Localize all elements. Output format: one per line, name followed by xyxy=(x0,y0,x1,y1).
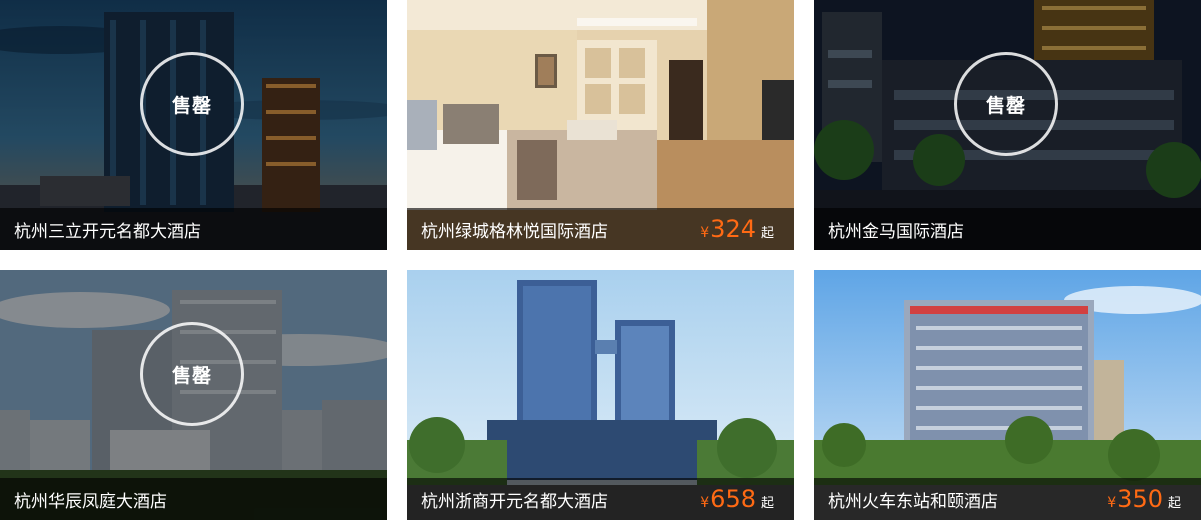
hotel-caption-bar: 杭州浙商开元名都大酒店 ¥ 658 起 xyxy=(407,478,794,520)
hotel-card[interactable]: 杭州绿城格林悦国际酒店 ¥ 324 起 xyxy=(407,0,794,250)
price-suffix: 起 xyxy=(760,496,774,511)
hotel-price: ¥ 658 起 xyxy=(700,485,794,513)
hotel-card[interactable]: 售罄 杭州三立开元名都大酒店 xyxy=(0,0,387,250)
soldout-badge: 售罄 xyxy=(954,52,1058,156)
hotel-caption-bar: 杭州三立开元名都大酒店 xyxy=(0,208,387,250)
currency-symbol: ¥ xyxy=(700,225,710,241)
hotel-name[interactable]: 杭州绿城格林悦国际酒店 xyxy=(407,217,608,242)
hotel-caption-bar: 杭州华辰凤庭大酒店 xyxy=(0,478,387,520)
price-suffix: 起 xyxy=(760,226,774,241)
hotel-price: ¥ 324 起 xyxy=(700,215,794,243)
soldout-badge: 售罄 xyxy=(140,52,244,156)
hotel-grid: 售罄 杭州三立开元名都大酒店 杭州绿城格林悦国际酒店 ¥ 324 起 售罄 杭州… xyxy=(0,0,1201,520)
hotel-caption-bar: 杭州火车东站和颐酒店 ¥ 350 起 xyxy=(814,478,1201,520)
hotel-card[interactable]: 售罄 杭州金马国际酒店 xyxy=(814,0,1201,250)
price-value: 658 xyxy=(710,485,756,513)
currency-symbol: ¥ xyxy=(1107,495,1117,511)
hotel-name[interactable]: 杭州三立开元名都大酒店 xyxy=(0,217,201,242)
soldout-badge: 售罄 xyxy=(140,322,244,426)
price-value: 324 xyxy=(710,215,756,243)
hotel-card[interactable]: 杭州浙商开元名都大酒店 ¥ 658 起 xyxy=(407,270,794,520)
price-suffix: 起 xyxy=(1167,496,1181,511)
currency-symbol: ¥ xyxy=(700,495,710,511)
hotel-caption-bar: 杭州绿城格林悦国际酒店 ¥ 324 起 xyxy=(407,208,794,250)
hotel-card[interactable]: 杭州火车东站和颐酒店 ¥ 350 起 xyxy=(814,270,1201,520)
hotel-price: ¥ 350 起 xyxy=(1107,485,1201,513)
hotel-name[interactable]: 杭州浙商开元名都大酒店 xyxy=(407,487,608,512)
hotel-caption-bar: 杭州金马国际酒店 xyxy=(814,208,1201,250)
hotel-name[interactable]: 杭州火车东站和颐酒店 xyxy=(814,487,998,512)
price-value: 350 xyxy=(1117,485,1163,513)
hotel-name[interactable]: 杭州华辰凤庭大酒店 xyxy=(0,487,167,512)
hotel-card[interactable]: 售罄 杭州华辰凤庭大酒店 xyxy=(0,270,387,520)
hotel-name[interactable]: 杭州金马国际酒店 xyxy=(814,217,964,242)
